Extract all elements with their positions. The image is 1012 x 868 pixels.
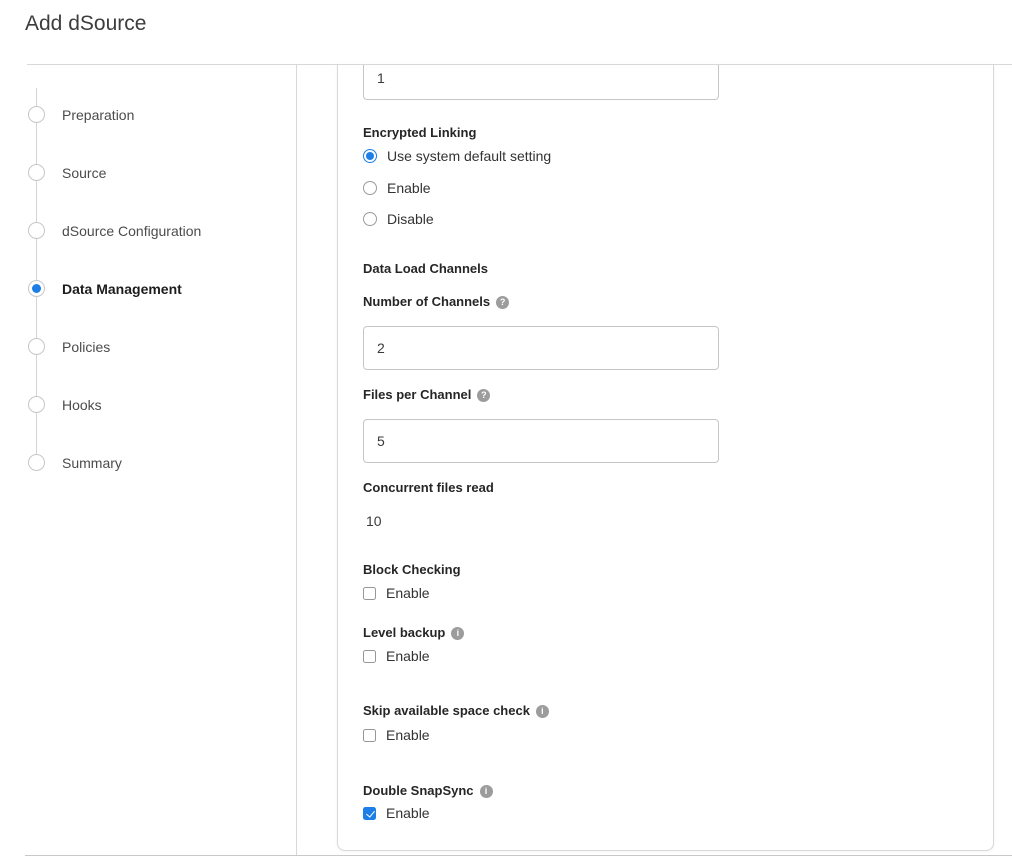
checkbox-icon[interactable] <box>363 807 376 820</box>
sidebar-step-dsource-configuration[interactable]: dSource Configuration <box>0 222 296 240</box>
step-circle-icon <box>28 338 45 355</box>
step-label: dSource Configuration <box>62 222 201 240</box>
concurrent-files-read-label: Concurrent files read <box>363 480 494 496</box>
encrypted-linking-label: Encrypted Linking <box>363 125 476 141</box>
checkbox-icon[interactable] <box>363 587 376 600</box>
level-backup-label: Level backup i <box>363 625 464 641</box>
concurrent-files-read-value: 10 <box>366 513 382 529</box>
step-circle-icon <box>28 280 45 297</box>
block-checking-label: Block Checking <box>363 562 461 578</box>
info-icon[interactable]: i <box>536 705 549 718</box>
help-icon[interactable]: ? <box>496 296 509 309</box>
radio-button-icon[interactable] <box>363 149 377 163</box>
checkbox-label: Enable <box>386 726 430 744</box>
data-load-channels-section-label: Data Load Channels <box>363 261 488 277</box>
radio-disable[interactable]: Disable <box>363 210 434 228</box>
info-icon[interactable]: i <box>480 785 493 798</box>
page-title: Add dSource <box>25 12 146 36</box>
number-of-channels-input[interactable] <box>363 326 719 370</box>
radio-label: Enable <box>387 179 431 197</box>
checkbox-label: Enable <box>386 584 430 602</box>
sidebar-step-source[interactable]: Source <box>0 164 296 182</box>
sidebar-step-hooks[interactable]: Hooks <box>0 396 296 414</box>
label-text: Level backup <box>363 625 445 641</box>
label-text: Skip available space check <box>363 703 530 719</box>
step-label: Hooks <box>62 396 102 414</box>
level-backup-enable-checkbox[interactable]: Enable <box>363 647 430 665</box>
step-label: Preparation <box>62 106 134 124</box>
skip-space-check-label: Skip available space check i <box>363 703 549 719</box>
info-icon[interactable]: i <box>451 627 464 640</box>
step-label: Source <box>62 164 106 182</box>
step-label: Summary <box>62 454 122 472</box>
wizard-stepper: Preparation Source dSource Configuration… <box>0 65 297 855</box>
sidebar-step-preparation[interactable]: Preparation <box>0 106 296 124</box>
radio-enable[interactable]: Enable <box>363 179 431 197</box>
radio-button-icon[interactable] <box>363 212 377 226</box>
sidebar-step-policies[interactable]: Policies <box>0 338 296 356</box>
radio-use-system-default[interactable]: Use system default setting <box>363 147 551 165</box>
sidebar-step-summary[interactable]: Summary <box>0 454 296 472</box>
checkbox-icon[interactable] <box>363 729 376 742</box>
bottom-divider <box>25 855 1012 856</box>
block-checking-enable-checkbox[interactable]: Enable <box>363 584 430 602</box>
double-snapsync-label: Double SnapSync i <box>363 783 493 799</box>
checkbox-icon[interactable] <box>363 650 376 663</box>
help-icon[interactable]: ? <box>477 389 490 402</box>
label-text: Number of Channels <box>363 294 490 310</box>
double-snapsync-enable-checkbox[interactable]: Enable <box>363 804 430 822</box>
step-label: Policies <box>62 338 110 356</box>
label-text: Double SnapSync <box>363 783 474 799</box>
step-circle-icon <box>28 222 45 239</box>
step-label: Data Management <box>62 280 182 298</box>
step-circle-icon <box>28 396 45 413</box>
radio-label: Use system default setting <box>387 147 551 165</box>
checkbox-label: Enable <box>386 804 430 822</box>
files-per-channel-input[interactable] <box>363 419 719 463</box>
radio-label: Disable <box>387 210 434 228</box>
main-panel: Encrypted Linking Use system default set… <box>337 64 994 851</box>
skip-space-check-enable-checkbox[interactable]: Enable <box>363 726 430 744</box>
number-of-channels-label: Number of Channels ? <box>363 294 509 310</box>
top-number-input[interactable] <box>363 64 719 100</box>
sidebar-step-data-management[interactable]: Data Management <box>0 280 296 298</box>
step-circle-icon <box>28 454 45 471</box>
step-circle-icon <box>28 106 45 123</box>
step-circle-icon <box>28 164 45 181</box>
label-text: Files per Channel <box>363 387 471 403</box>
radio-button-icon[interactable] <box>363 181 377 195</box>
files-per-channel-label: Files per Channel ? <box>363 387 490 403</box>
checkbox-label: Enable <box>386 647 430 665</box>
